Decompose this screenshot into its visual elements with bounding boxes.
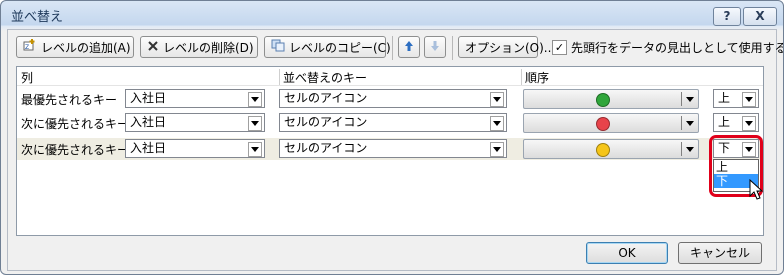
sort-level-row[interactable]: 最優先されるキー 入社日 セルのアイコン 上 <box>17 88 763 110</box>
toolbar: Z レベルの追加(A) レベルの削除(D) レベルのコピー(C) オプション(O… <box>16 36 783 60</box>
chevron-down-icon[interactable] <box>490 116 504 131</box>
sort-on-value: セルのアイコン <box>284 115 368 129</box>
copy-icon <box>271 37 285 59</box>
position-dropdown[interactable]: 上 <box>713 89 759 108</box>
header-divider <box>17 85 763 86</box>
sort-level-row[interactable]: 次に優先されるキー 入社日 セルのアイコン 上 <box>17 112 763 134</box>
sort-on-dropdown[interactable]: セルのアイコン <box>279 139 507 158</box>
svg-text:Z: Z <box>25 44 29 51</box>
column-header-sort-key: 並べ替えのキー <box>283 71 368 85</box>
column-dropdown[interactable]: 入社日 <box>125 139 265 158</box>
dropdown-separator <box>681 92 682 106</box>
delete-level-label: レベルの削除(D) <box>163 41 254 55</box>
sort-dialog: 並べ替え ? X Z レベルの追加(A) レベルの削除(D) レベルのコピー(C… <box>0 0 784 275</box>
chevron-down-icon[interactable] <box>490 92 504 107</box>
chevron-down-icon[interactable] <box>686 147 694 152</box>
close-button[interactable]: X <box>743 7 777 26</box>
icon-order-dropdown[interactable] <box>523 139 699 159</box>
move-down-button[interactable] <box>424 36 446 58</box>
yellow-circle-icon <box>596 143 610 157</box>
column-dropdown[interactable]: 入社日 <box>125 89 265 108</box>
arrow-down-icon <box>430 41 440 55</box>
column-divider <box>521 69 522 85</box>
chevron-down-icon[interactable] <box>490 142 504 157</box>
copy-level-label: レベルのコピー(C) <box>289 41 391 55</box>
level-label: 最優先されるキー <box>21 93 118 107</box>
chevron-down-icon[interactable] <box>248 142 262 157</box>
sort-levels-list: 列 並べ替えのキー 順序 最優先されるキー 入社日 セルのアイコン 上 次に優先… <box>16 66 764 236</box>
options-button[interactable]: オプション(O)... <box>458 36 555 58</box>
ok-button[interactable]: OK <box>586 242 668 264</box>
dropdown-separator <box>681 142 682 156</box>
column-divider <box>279 69 280 85</box>
cancel-button[interactable]: キャンセル <box>678 242 762 264</box>
level-label: 次に優先されるキー <box>21 143 130 157</box>
toolbar-separator <box>452 36 453 60</box>
sort-level-row-selected[interactable]: 次に優先されるキー 入社日 セルのアイコン 下 <box>17 138 763 160</box>
column-value: 入社日 <box>130 91 167 105</box>
add-level-icon: Z <box>23 37 37 59</box>
title-bar: 並べ替え ? X <box>1 1 783 29</box>
add-level-button[interactable]: Z レベルの追加(A) <box>16 36 134 58</box>
header-row-checkbox-label: 先頭行をデータの見出しとして使用する(H) <box>571 41 784 55</box>
chevron-down-icon[interactable] <box>248 116 262 131</box>
red-circle-icon <box>596 117 610 131</box>
help-button[interactable]: ? <box>713 7 741 26</box>
position-dropdown[interactable]: 上 <box>713 113 759 132</box>
sort-on-dropdown[interactable]: セルのアイコン <box>279 89 507 108</box>
delete-level-button[interactable]: レベルの削除(D) <box>140 36 258 58</box>
chevron-down-icon[interactable] <box>742 116 756 131</box>
move-up-button[interactable] <box>398 36 420 58</box>
add-level-label: レベルの追加(A) <box>41 41 131 55</box>
sort-on-value: セルのアイコン <box>284 91 368 105</box>
column-header-col: 列 <box>21 71 34 85</box>
dropdown-separator <box>681 116 682 130</box>
column-dropdown[interactable]: 入社日 <box>125 113 265 132</box>
chevron-down-icon[interactable] <box>686 121 694 126</box>
sort-on-value: セルのアイコン <box>284 141 368 155</box>
dialog-body: Z レベルの追加(A) レベルの削除(D) レベルのコピー(C) オプション(O… <box>7 29 783 271</box>
toolbar-separator <box>392 36 393 60</box>
delete-icon <box>147 37 159 59</box>
position-value: 上 <box>718 115 731 129</box>
dialog-title: 並べ替え <box>11 10 64 25</box>
green-circle-icon <box>596 93 610 107</box>
column-value: 入社日 <box>130 115 167 129</box>
copy-level-button[interactable]: レベルのコピー(C) <box>264 36 391 59</box>
header-row-checkbox[interactable]: ✓ <box>552 40 567 55</box>
level-label: 次に優先されるキー <box>21 117 130 131</box>
sort-on-dropdown[interactable]: セルのアイコン <box>279 113 507 132</box>
chevron-down-icon[interactable] <box>742 92 756 107</box>
icon-order-dropdown[interactable] <box>523 89 699 109</box>
column-value: 入社日 <box>130 141 167 155</box>
chevron-down-icon[interactable] <box>248 92 262 107</box>
icon-order-dropdown[interactable] <box>523 113 699 133</box>
chevron-down-icon[interactable] <box>686 97 694 102</box>
column-header-order: 順序 <box>525 71 550 85</box>
position-value: 上 <box>718 91 731 105</box>
arrow-up-icon <box>404 41 414 55</box>
